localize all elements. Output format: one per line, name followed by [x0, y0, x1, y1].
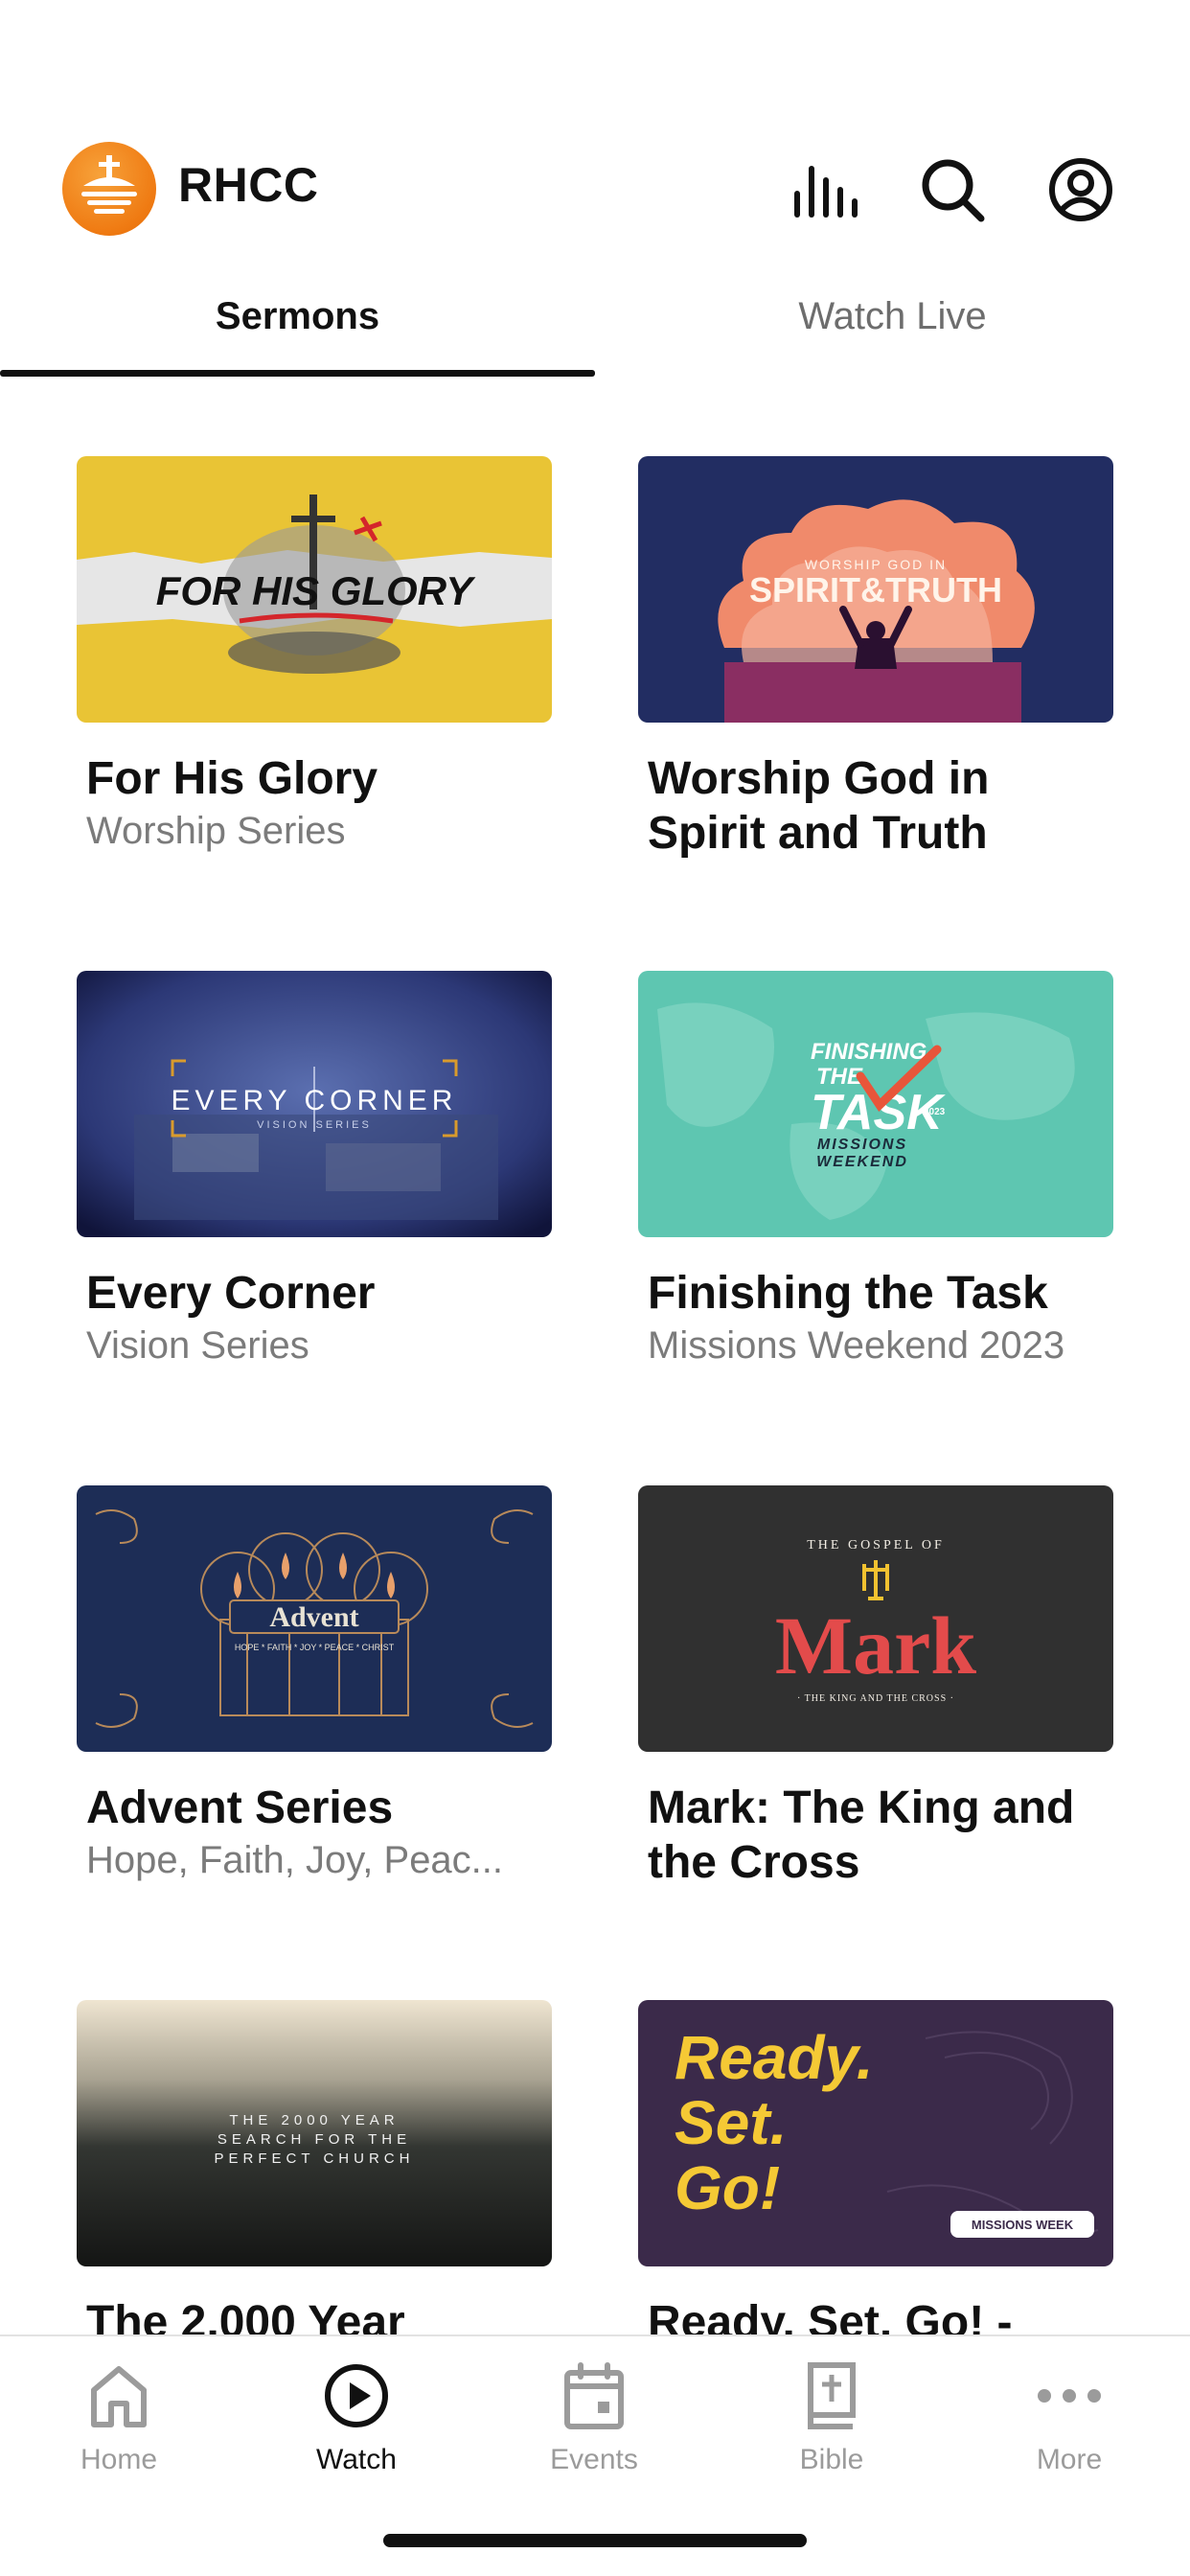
svg-text:SEARCH FOR THE: SEARCH FOR THE — [217, 2131, 411, 2148]
series-thumbnail: FINISHING THE TASK 2023 MISSIONS WEEKEND — [638, 971, 1113, 1237]
home-icon — [91, 2366, 147, 2427]
series-subtitle: Worship Series — [86, 810, 346, 852]
svg-text:THE GOSPEL OF: THE GOSPEL OF — [807, 1538, 945, 1552]
calendar-icon — [564, 2362, 624, 2429]
series-card[interactable]: FINISHING THE TASK 2023 MISSIONS WEEKEND… — [638, 971, 1113, 1370]
svg-text:Advent: Advent — [269, 1601, 358, 1633]
nav-label: More — [1036, 2444, 1103, 2475]
series-subtitle: Vision Series — [86, 1324, 309, 1367]
series-card[interactable]: Ready. Set. Go! MISSIONS WEEK Ready. Set… — [638, 2000, 1113, 2350]
play-circle-icon — [325, 2364, 388, 2427]
svg-text:FINISHING: FINISHING — [811, 1039, 927, 1065]
series-thumbnail: Ready. Set. Go! MISSIONS WEEK — [638, 2000, 1113, 2266]
series-card[interactable]: FOR HIS GLORY For His Glory Worship Seri… — [77, 456, 552, 856]
series-title: Mark: The King and the Cross — [648, 1782, 1075, 1888]
series-title: Finishing the Task — [648, 1268, 1048, 1319]
series-card[interactable]: WORSHIP GOD IN SPIRIT&TRUTH Worship God … — [638, 456, 1113, 861]
bible-icon — [808, 2362, 856, 2429]
home-indicator[interactable] — [383, 2534, 807, 2547]
series-card[interactable]: THE GOSPEL OF Mark · THE KING AND THE CR… — [638, 1485, 1113, 1890]
more-dots-icon — [1038, 2389, 1101, 2403]
series-subtitle: Hope, Faith, Joy, Peac... — [86, 1839, 504, 1881]
series-card[interactable]: THE 2000 YEAR SEARCH FOR THE PERFECT CHU… — [77, 2000, 552, 2350]
nav-home[interactable]: Home — [0, 2358, 238, 2501]
series-thumbnail: THE GOSPEL OF Mark · THE KING AND THE CR… — [638, 1485, 1113, 1752]
nav-events[interactable]: Events — [475, 2358, 713, 2501]
series-subtitle: Missions Weekend 2023 — [648, 1324, 1065, 1367]
series-thumbnail: THE 2000 YEAR SEARCH FOR THE PERFECT CHU… — [77, 2000, 552, 2266]
svg-text:WEEKEND: WEEKEND — [816, 1154, 908, 1170]
series-thumbnail: EVERY CORNER VISION SERIES — [77, 971, 552, 1237]
svg-text:Go!: Go! — [675, 2153, 780, 2222]
series-thumbnail: Advent HOPE * FAITH * JOY * PEACE * CHRI… — [77, 1485, 552, 1752]
svg-text:MISSIONS: MISSIONS — [817, 1137, 907, 1153]
series-title: For His Glory — [86, 753, 378, 804]
svg-text:EVERY CORNER: EVERY CORNER — [172, 1085, 458, 1116]
svg-text:PERFECT CHURCH: PERFECT CHURCH — [215, 2150, 415, 2167]
svg-text:Set.: Set. — [675, 2088, 787, 2157]
series-thumbnail: FOR HIS GLORY — [77, 456, 552, 723]
nav-label: Bible — [799, 2444, 864, 2475]
series-card[interactable]: EVERY CORNER VISION SERIES Every Corner … — [77, 971, 552, 1370]
nav-label: Events — [550, 2444, 638, 2475]
svg-text:HOPE * FAITH * JOY * PEACE * C: HOPE * FAITH * JOY * PEACE * CHRIST — [235, 1643, 395, 1652]
series-thumbnail: WORSHIP GOD IN SPIRIT&TRUTH — [638, 456, 1113, 723]
svg-text:THE 2000 YEAR: THE 2000 YEAR — [229, 2112, 399, 2128]
nav-more[interactable]: More — [950, 2358, 1188, 2501]
svg-text:2023: 2023 — [924, 1107, 946, 1117]
svg-text:MISSIONS WEEK: MISSIONS WEEK — [972, 2218, 1074, 2232]
series-card[interactable]: Advent HOPE * FAITH * JOY * PEACE * CHRI… — [77, 1485, 552, 1885]
series-title: Worship God in Spirit and Truth — [648, 753, 990, 859]
series-title: Advent Series — [86, 1782, 394, 1833]
nav-label: Watch — [316, 2444, 397, 2475]
svg-text:SPIRIT&TRUTH: SPIRIT&TRUTH — [749, 570, 1002, 610]
sermon-series-grid: FOR HIS GLORY For His Glory Worship Seri… — [0, 0, 1190, 2576]
svg-text:Ready.: Ready. — [675, 2023, 874, 2092]
svg-text:VISION SERIES: VISION SERIES — [257, 1119, 372, 1131]
nav-bible[interactable]: Bible — [713, 2358, 950, 2501]
nav-watch[interactable]: Watch — [238, 2358, 475, 2501]
svg-text:Mark: Mark — [775, 1599, 976, 1691]
series-title: Every Corner — [86, 1268, 376, 1319]
svg-text:FOR HIS GLORY: FOR HIS GLORY — [156, 568, 477, 613]
nav-label: Home — [80, 2444, 158, 2475]
svg-text:· THE KING AND THE CROSS ·: · THE KING AND THE CROSS · — [797, 1693, 954, 1704]
